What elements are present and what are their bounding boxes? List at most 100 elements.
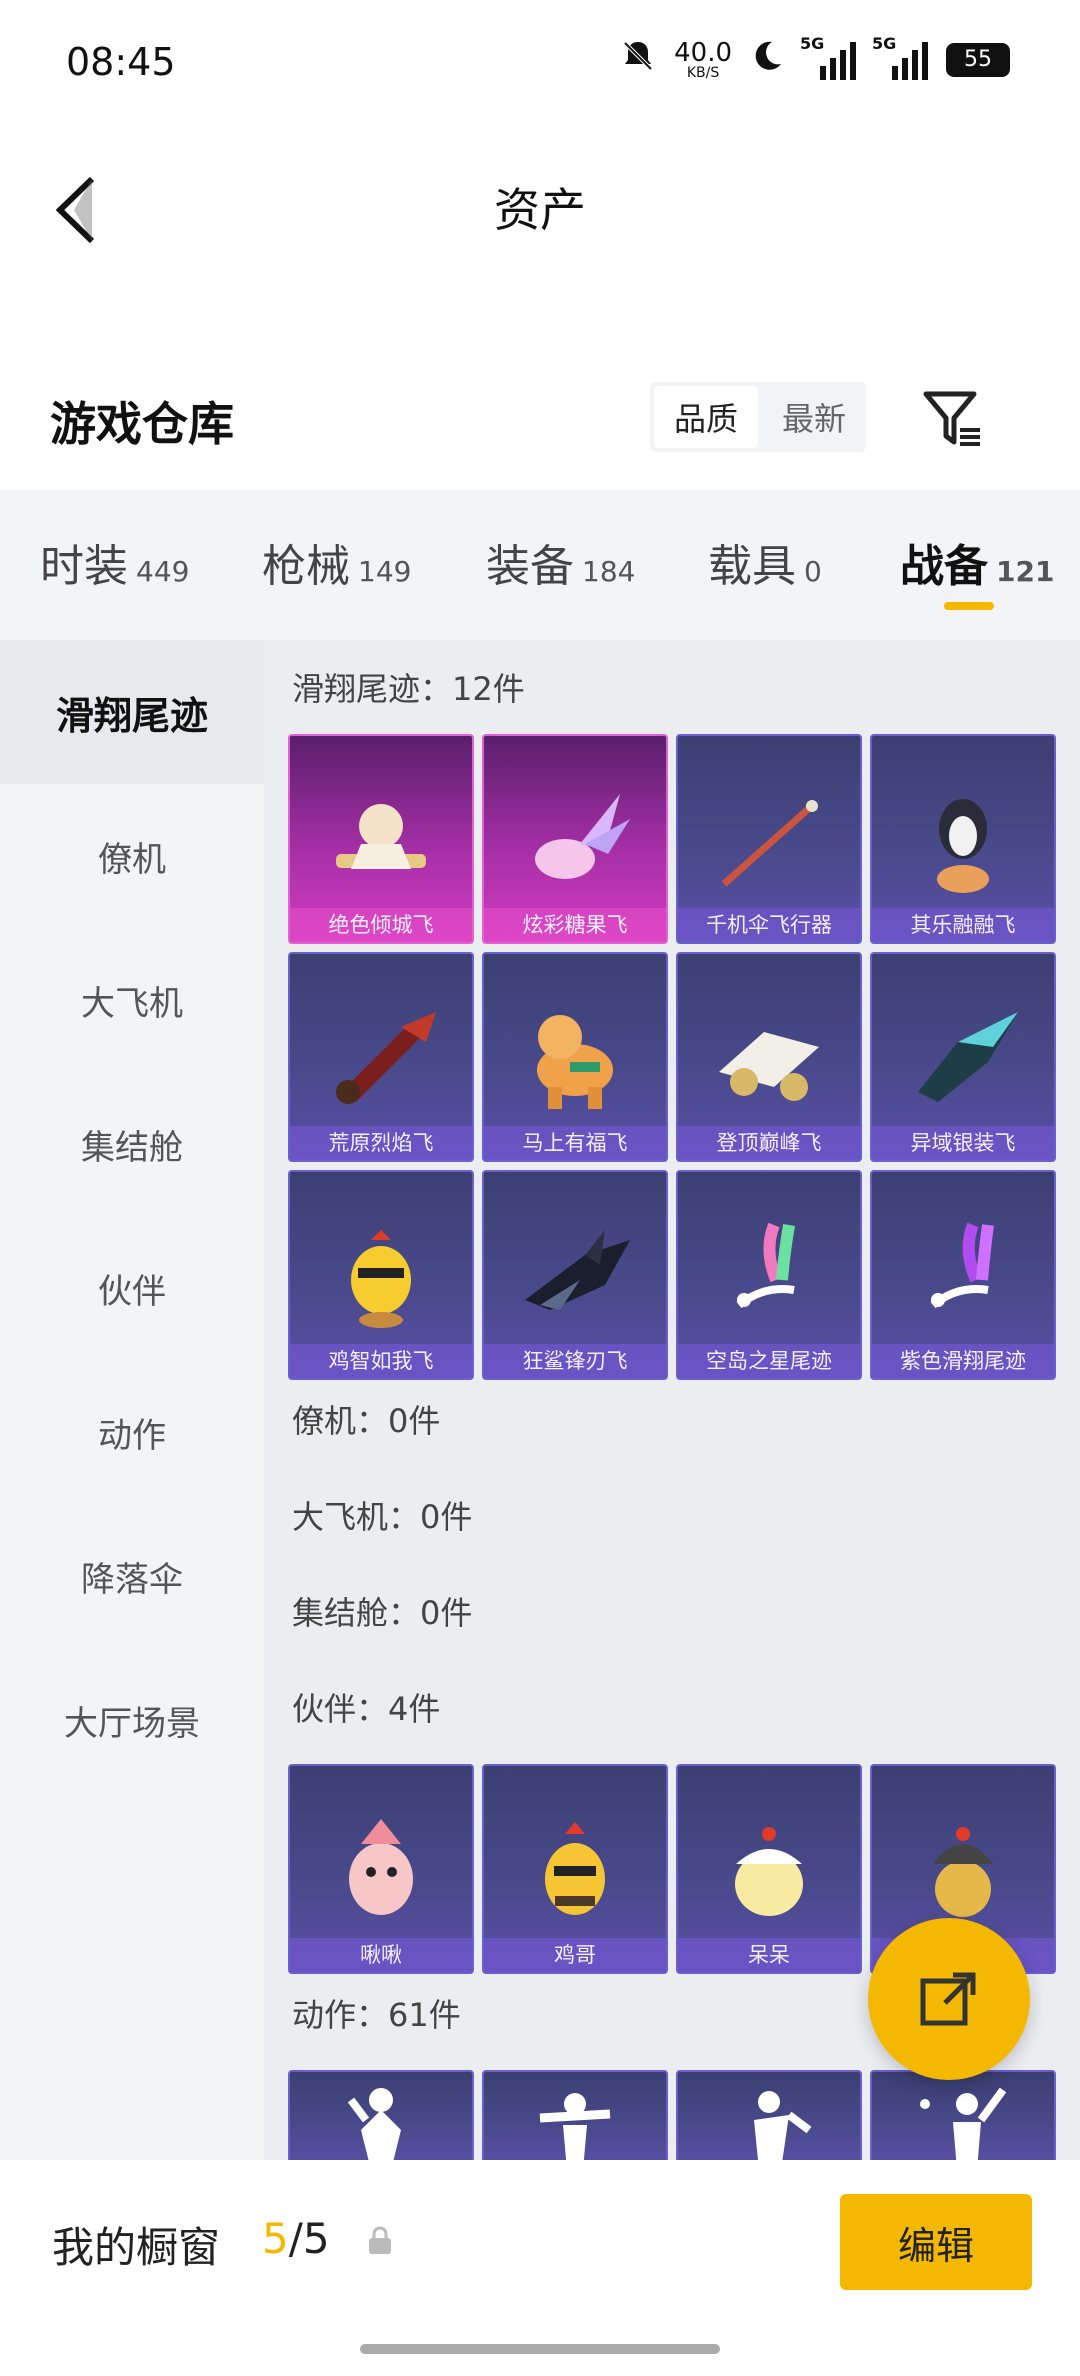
item-card[interactable]: 鸡哥: [482, 1764, 668, 1974]
section-title-action: 动作：61件: [292, 1996, 461, 2034]
section-title-assembly-pod: 集结舱：0件: [292, 1594, 473, 1632]
signal-label-1: 5G: [800, 33, 825, 53]
section-title-big-plane: 大飞机：0件: [292, 1498, 473, 1536]
battery-icon: 55: [946, 42, 1010, 77]
filter-icon: [923, 391, 980, 446]
edit-button[interactable]: 编辑: [840, 2194, 1032, 2290]
bottom-bar: 我的橱窗 5/5 编辑: [0, 2160, 1080, 2376]
item-name: 马上有福飞: [484, 1126, 666, 1160]
section-title-wingman: 僚机：0件: [292, 1402, 441, 1440]
showcase-current: 5: [262, 2214, 289, 2263]
item-card[interactable]: 紫色滑翔尾迹: [870, 1170, 1056, 1380]
item-card[interactable]: 马上有福飞: [482, 952, 668, 1162]
item-card[interactable]: 狂鲨锋刃飞: [482, 1170, 668, 1380]
tab-label: 枪械: [262, 541, 350, 592]
item-name: 鸡智如我飞: [290, 1344, 472, 1378]
share-icon: [920, 1972, 976, 2026]
item-card[interactable]: [676, 2070, 862, 2160]
item-name: 狂鲨锋刃飞: [484, 1344, 666, 1378]
item-card[interactable]: 荒原烈焰飞: [288, 952, 474, 1162]
lock-icon: [366, 2226, 394, 2260]
sidebar-item-lobby-scene[interactable]: 大厅场景: [0, 1648, 264, 1792]
showcase-count: 5/5: [262, 2214, 330, 2263]
status-icons: 40.0 KB/S 5G 5G 55: [620, 34, 1010, 81]
category-tabs: 时装 449 枪械 149 装备 184 载具 0 战备 121: [0, 490, 1080, 640]
net-speed-value: 40.0: [674, 37, 732, 68]
page-title: 资产: [494, 183, 586, 237]
signal-label-2: 5G: [872, 33, 897, 53]
moon-icon: [750, 39, 784, 80]
signal-5g-1-icon: 5G: [800, 34, 856, 80]
sidebar-item-action[interactable]: 动作: [0, 1360, 264, 1504]
item-card[interactable]: 啾啾: [288, 1764, 474, 1974]
item-card[interactable]: [288, 2070, 474, 2160]
warehouse-header: 游戏仓库 品质 最新: [0, 320, 1080, 490]
item-image: [872, 2072, 1054, 2160]
filter-button[interactable]: [918, 384, 988, 454]
status-bar: 08:45 40.0 KB/S 5G 5G 55: [0, 0, 1080, 130]
item-card[interactable]: [870, 2070, 1056, 2160]
item-card[interactable]: 异域银装飞: [870, 952, 1056, 1162]
item-name: 紫色滑翔尾迹: [872, 1344, 1054, 1378]
item-card[interactable]: [482, 2070, 668, 2160]
sidebar-item-big-plane[interactable]: 大飞机: [0, 928, 264, 1072]
tab-label: 装备: [486, 541, 574, 592]
item-card[interactable]: 呆呆: [676, 1764, 862, 1974]
net-speed: 40.0 KB/S: [674, 40, 732, 80]
item-name: 其乐融融飞: [872, 908, 1054, 942]
item-card[interactable]: 空岛之星尾迹: [676, 1170, 862, 1380]
item-name: 啾啾: [290, 1938, 472, 1972]
item-card[interactable]: 绝色倾城飞: [288, 734, 474, 944]
item-card[interactable]: 千机伞飞行器: [676, 734, 862, 944]
item-name: 绝色倾城飞: [290, 908, 472, 942]
tab-equipment[interactable]: 装备 184: [486, 530, 636, 592]
mute-bell-icon: [620, 38, 656, 81]
item-name: 千机伞飞行器: [678, 908, 860, 942]
item-image: [678, 2072, 860, 2160]
tab-count: 121: [996, 555, 1055, 588]
tab-label: 战备: [900, 541, 988, 592]
item-name: 异域银装飞: [872, 1126, 1054, 1160]
tab-weapons[interactable]: 枪械 149: [262, 530, 412, 592]
item-name: 炫彩糖果飞: [484, 908, 666, 942]
action-grid: [288, 2070, 1056, 2160]
tab-label: 时装: [40, 541, 128, 592]
item-name: 鸡哥: [484, 1938, 666, 1972]
app-header: 资产: [0, 130, 1080, 320]
glide-trail-grid: 绝色倾城飞 炫彩糖果飞 千机伞飞行器 其乐融融飞 荒原烈焰飞 马上有福飞 登顶巅…: [288, 734, 1056, 1380]
tab-count: 449: [136, 555, 190, 588]
home-indicator[interactable]: [360, 2344, 720, 2354]
item-name: 呆呆: [678, 1938, 860, 1972]
item-name: 荒原烈焰飞: [290, 1126, 472, 1160]
status-time: 08:45: [66, 40, 176, 84]
item-image: [484, 2072, 666, 2160]
item-card[interactable]: 鸡智如我飞: [288, 1170, 474, 1380]
item-image: [290, 2072, 472, 2160]
active-tab-indicator: [944, 602, 994, 610]
tab-label: 载具: [708, 541, 796, 592]
item-name: 空岛之星尾迹: [678, 1344, 860, 1378]
share-button[interactable]: [868, 1918, 1030, 2080]
section-title-glide-trail: 滑翔尾迹：12件: [292, 670, 525, 708]
item-name: 登顶巅峰飞: [678, 1126, 860, 1160]
tab-count: 184: [582, 555, 636, 588]
sidebar-item-partner[interactable]: 伙伴: [0, 1216, 264, 1360]
sidebar: 滑翔尾迹 僚机 大飞机 集结舱 伙伴 动作 降落伞 大厅场景: [0, 640, 264, 2160]
sort-quality-button[interactable]: 品质: [654, 386, 758, 448]
item-card[interactable]: 炫彩糖果飞: [482, 734, 668, 944]
sidebar-item-glide-trail[interactable]: 滑翔尾迹: [0, 640, 264, 784]
item-card[interactable]: 其乐融融飞: [870, 734, 1056, 944]
tab-fashion[interactable]: 时装 449: [40, 530, 190, 592]
signal-5g-2-icon: 5G: [872, 34, 928, 80]
sidebar-item-wingman[interactable]: 僚机: [0, 784, 264, 928]
sidebar-item-parachute[interactable]: 降落伞: [0, 1504, 264, 1648]
net-speed-unit: KB/S: [686, 64, 720, 81]
tab-battle-prep[interactable]: 战备 121: [900, 530, 1055, 592]
tab-vehicles[interactable]: 载具 0: [708, 530, 822, 592]
item-card[interactable]: 登顶巅峰飞: [676, 952, 862, 1162]
warehouse-title: 游戏仓库: [50, 397, 234, 451]
tab-count: 149: [358, 555, 412, 588]
sort-latest-button[interactable]: 最新: [762, 382, 866, 452]
sidebar-item-assembly-pod[interactable]: 集结舱: [0, 1072, 264, 1216]
showcase-label: 我的橱窗: [52, 2223, 221, 2272]
